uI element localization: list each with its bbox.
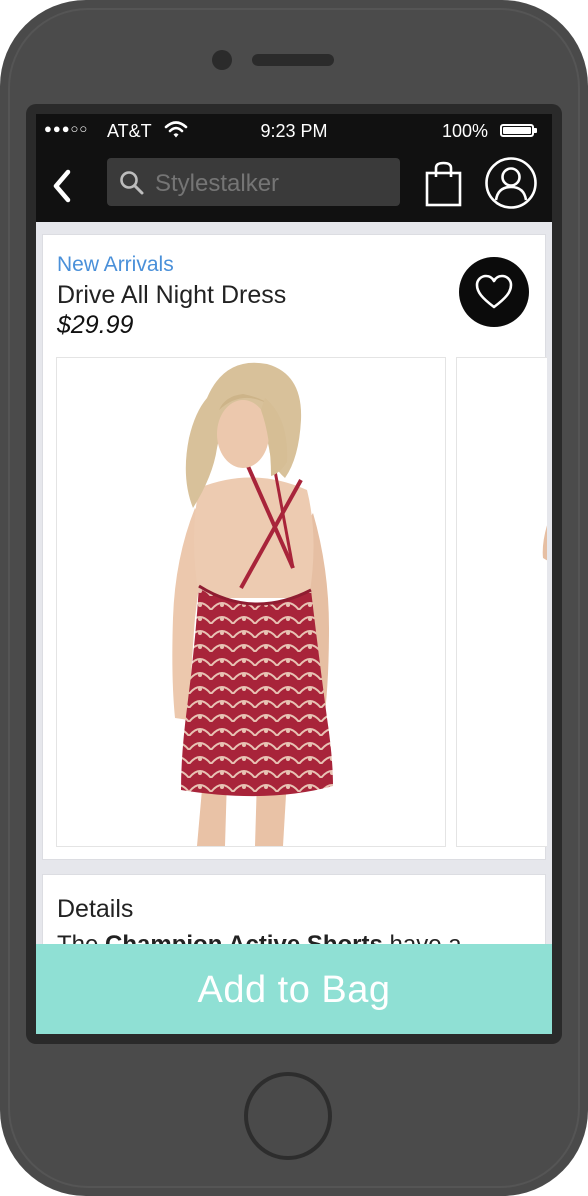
favorite-button[interactable] (459, 257, 529, 327)
product-price: $29.99 (57, 311, 134, 339)
next-product-image[interactable] (456, 357, 547, 847)
battery-level-fill (503, 127, 531, 134)
product-card: New Arrivals Drive All Night Dress $29.9… (42, 234, 547, 860)
product-image-carousel[interactable] (56, 357, 547, 847)
battery-icon (500, 124, 537, 137)
next-photo-preview (542, 525, 547, 561)
phone-frame: ●●●○○ AT&T 9:23 PM 100% Stylestalker New… (0, 0, 588, 1196)
add-to-bag-button[interactable]: Add to Bag (36, 944, 552, 1034)
shopping-bag-button[interactable] (422, 160, 466, 208)
user-icon (485, 157, 537, 209)
status-bar: ●●●○○ AT&T 9:23 PM 100% (36, 114, 552, 148)
shopping-bag-icon (425, 161, 462, 207)
back-button[interactable] (48, 166, 76, 206)
search-icon (120, 171, 144, 195)
battery-percent: 100% (442, 121, 489, 141)
search-field[interactable] (107, 158, 400, 206)
earpiece-speaker (252, 54, 334, 66)
details-heading: Details (57, 895, 134, 923)
front-camera (212, 50, 232, 70)
chevron-left-icon (53, 169, 71, 203)
home-button[interactable] (244, 1072, 332, 1160)
nav-bar (36, 148, 552, 222)
dress-model-photo (172, 362, 333, 846)
product-title: Drive All Night Dress (57, 281, 287, 309)
account-button[interactable] (484, 156, 538, 210)
heart-icon (475, 274, 513, 309)
collection-link[interactable]: New Arrivals (57, 253, 174, 277)
app-screen: ●●●○○ AT&T 9:23 PM 100% Stylestalker New… (36, 114, 552, 1034)
search-input[interactable] (155, 170, 385, 198)
product-image[interactable] (56, 357, 446, 847)
